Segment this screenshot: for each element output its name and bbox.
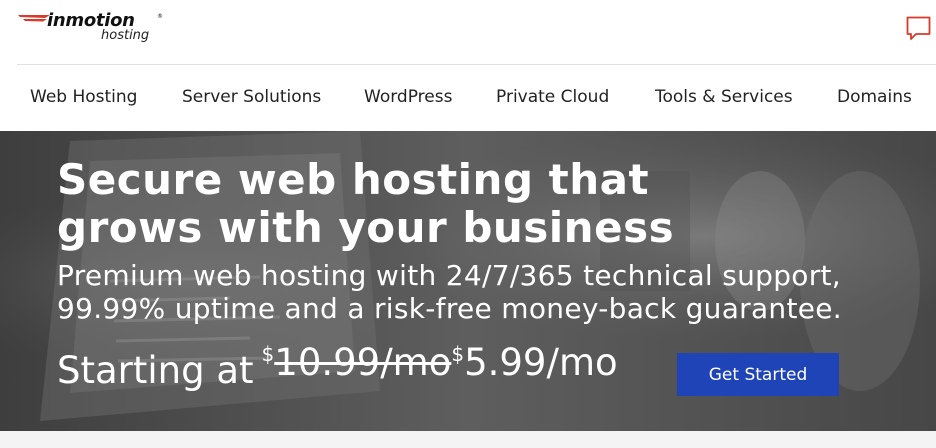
old-price-currency: $ [261,342,275,366]
new-price-currency: $ [451,342,465,366]
new-price: 5.99/mo [464,341,618,384]
nav-item-wordpress[interactable]: WordPress [364,87,452,107]
get-started-button[interactable]: Get Started [677,353,839,396]
nav-item-private-cloud[interactable]: Private Cloud [496,87,609,107]
site-header: inmotion ® hosting [0,0,936,64]
nav-item-tools-services[interactable]: Tools & Services [655,87,793,107]
hero-banner: Secure web hosting that grows with your … [0,131,936,431]
inmotion-hosting-logo[interactable]: inmotion ® hosting [17,10,163,50]
nav-item-server-solutions[interactable]: Server Solutions [182,87,321,107]
old-price: 10.99/mo [274,341,452,384]
nav-item-domains[interactable]: Domains [837,87,912,107]
price-line: Starting at $10.99/mo$5.99/mo [57,341,618,392]
price-lead-text: Starting at [57,349,254,392]
logo-swoosh-icon [18,15,50,22]
main-navigation: Web Hosting Server Solutions WordPress P… [0,65,936,131]
logo-subtitle: hosting [101,28,150,43]
nav-item-web-hosting[interactable]: Web Hosting [30,87,137,107]
below-hero-section [0,431,936,448]
hero-title: Secure web hosting that grows with your … [57,155,675,252]
chat-bubble-icon[interactable] [905,15,932,42]
logo-registered-mark: ® [157,13,163,20]
hero-subtitle: Premium web hosting with 24/7/365 techni… [57,259,843,325]
